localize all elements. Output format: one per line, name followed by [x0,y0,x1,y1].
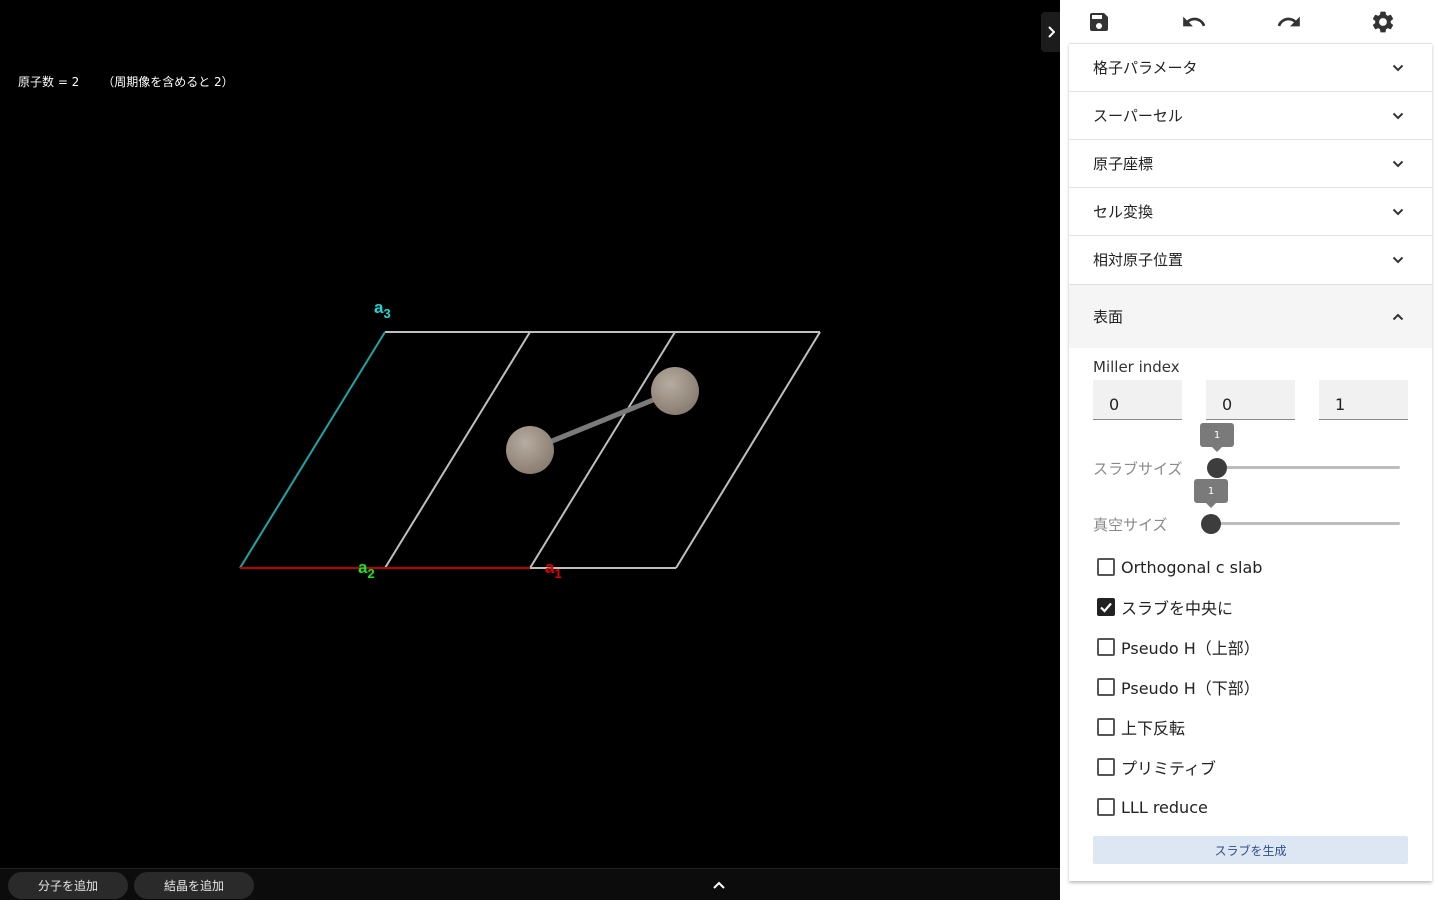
acc-header-label: 表面 [1093,308,1124,326]
vacuum-size-slider[interactable] [1211,522,1400,525]
checkbox[interactable] [1097,638,1115,656]
a3-axis-label: a3 [374,298,391,321]
miller-h-field[interactable] [1093,380,1182,420]
checkbox[interactable] [1097,678,1115,696]
gear-icon [1372,11,1394,33]
side-panel: 格子パラメータ スーパーセル 原子座標 セル変換 相対原子位置 表面 Mille… [1060,0,1440,900]
acc-header-label: スーパーセル [1093,107,1183,125]
add-molecule-button[interactable]: 分子を追加 [8,872,128,899]
unit-cell-edges [384,331,821,569]
undo-icon [1183,16,1206,27]
checkbox[interactable] [1097,798,1115,816]
acc-cell-transform[interactable]: セル変換 [1069,187,1432,235]
checkbox[interactable] [1097,758,1115,776]
acc-header-label: 原子座標 [1093,155,1154,173]
vacuum-size-thumb[interactable] [1201,514,1221,534]
checkbox[interactable] [1097,558,1115,576]
chevron-up-icon [713,881,725,889]
option-center-slab[interactable]: スラブを中央に [1097,595,1233,619]
settings-accordion: 格子パラメータ スーパーセル 原子座標 セル変換 相対原子位置 表面 Mille… [1069,43,1432,881]
chevron-down-icon [1392,208,1404,215]
toolbar [1060,0,1440,43]
checkmark-icon [1100,602,1112,613]
acc-header-label: セル変換 [1093,203,1154,221]
option-label: スラブを中央に [1121,599,1234,618]
cell-edge [675,331,821,569]
chevron-up-icon [1392,313,1404,320]
crystal-scene[interactable]: a3 a2 a1 [0,0,1060,868]
undo-button[interactable] [1178,6,1210,38]
acc-header-label: 格子パラメータ [1093,59,1198,77]
slab-size-label: スラブサイズ [1093,460,1183,478]
acc-lattice-parameters[interactable]: 格子パラメータ [1069,43,1432,91]
vacuum-size-value-bubble: 1 [1194,479,1228,508]
panel-toggle-button[interactable] [1041,12,1061,52]
redo-button[interactable] [1273,6,1305,38]
acc-header-label: 相対原子位置 [1093,251,1184,269]
option-orthogonal-c-slab[interactable]: Orthogonal c slab [1097,555,1262,579]
save-icon [1090,13,1108,31]
atom[interactable] [506,426,554,474]
acc-surface[interactable]: 表面 [1069,284,1432,348]
miller-k-field[interactable] [1206,380,1295,420]
option-label: Orthogonal c slab [1121,557,1263,577]
chevron-down-icon [1392,160,1404,167]
generate-slab-button[interactable]: スラブを生成 [1093,836,1408,864]
option-label: 上下反転 [1121,719,1186,738]
acc-relative-atom-position[interactable]: 相対原子位置 [1069,235,1432,283]
bottom-bar: 分子を追加 結晶を追加 [0,868,1060,900]
checkbox[interactable] [1097,598,1115,616]
option-label: LLL reduce [1121,797,1208,817]
option-pseudo-h-bottom[interactable]: Pseudo H（下部） [1097,675,1260,699]
acc-supercell[interactable]: スーパーセル [1069,91,1432,139]
option-label: プリミティブ [1121,759,1217,778]
settings-button[interactable] [1367,6,1399,38]
slab-size-slider[interactable] [1211,466,1400,469]
option-label: Pseudo H（下部） [1121,679,1260,698]
acc-atomic-coordinates[interactable]: 原子座標 [1069,139,1432,187]
slab-size-value-bubble: 1 [1200,423,1234,452]
redo-icon [1277,16,1300,27]
option-primitive[interactable]: プリミティブ [1097,755,1216,779]
vacuum-size-label: 真空サイズ [1093,516,1168,534]
a2-axis-label: a2 [358,558,375,581]
option-label: Pseudo H（上部） [1121,639,1260,658]
chevron-right-icon [1048,26,1055,38]
a1-axis-label: a1 [545,558,562,581]
slab-size-thumb[interactable] [1207,458,1227,478]
option-flip-vertical[interactable]: 上下反転 [1097,715,1185,739]
structure-viewer[interactable]: 原子数 = 2 （周期像を含めると 2） a3 a2 a1 分子を追加 結晶を追… [0,0,1060,900]
chevron-down-icon [1392,64,1404,71]
chevron-down-icon [1392,112,1404,119]
miller-l-field[interactable] [1319,380,1408,420]
expand-bottom-button[interactable] [708,875,730,895]
miller-index-label: Miller index [1093,358,1180,376]
add-crystal-button[interactable]: 結晶を追加 [134,872,254,899]
a3-axis-line [239,331,386,569]
option-pseudo-h-top[interactable]: Pseudo H（上部） [1097,635,1260,659]
save-button[interactable] [1083,6,1115,38]
chevron-down-icon [1392,256,1404,263]
option-lll-reduce[interactable]: LLL reduce [1097,795,1208,819]
atom[interactable] [651,367,699,415]
checkbox[interactable] [1097,718,1115,736]
